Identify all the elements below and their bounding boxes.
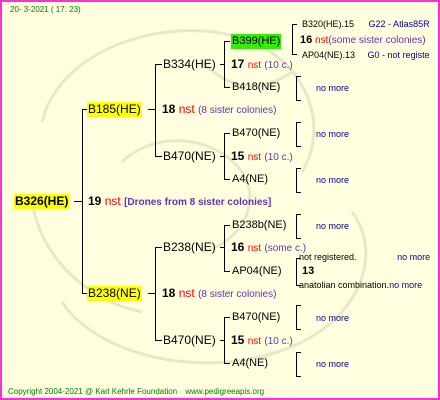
mother-queen[interactable]: B238(NE) (87, 286, 142, 301)
ff-gen-nst: nst (247, 60, 262, 71)
mmm-no-more: no more (316, 359, 350, 369)
mmf-queen[interactable]: B470(NE) (231, 310, 281, 325)
father-gen-note: (8 sister colonies) (198, 105, 277, 116)
fffm-name: AP04(NE).13 (302, 50, 356, 60)
ffff-queen[interactable]: B320(HE).15 G22 - Atlas85R (302, 18, 430, 30)
mf-generation: 16 nst (some c.) (231, 240, 306, 256)
mmf-no-more: no more (316, 313, 350, 323)
mffm-queen[interactable]: anatolian combination.no more (299, 279, 422, 291)
mf-gen-nst: nst (247, 243, 262, 254)
mf-queen[interactable]: B238(NE) (162, 240, 217, 255)
mm-generation: 15 nst (10 c.) (231, 333, 293, 349)
mf-gen-number: 16 (231, 240, 245, 254)
footer-site-link[interactable]: www.pedigreeapis.org (185, 387, 264, 396)
fm-queen[interactable]: B470(NE) (162, 149, 217, 164)
ff-gen-note: (10 c.) (264, 60, 293, 71)
root-queen[interactable]: B326(HE) (14, 194, 70, 209)
fmm-no-more: no more (316, 175, 350, 185)
mff-no-more: no more (316, 221, 350, 231)
ffff-name: B320(HE).15 (302, 19, 355, 29)
footer: Copyright 2004-2021 @ Karl Kehrle Founda… (8, 386, 264, 398)
father-generation: 18 nst (8 sister colonies) (162, 102, 276, 118)
root-gen-nst: nst (104, 194, 121, 208)
mm-queen[interactable]: B470(NE) (162, 333, 217, 348)
mfff-no-more: no more (397, 252, 431, 262)
mff-queen[interactable]: B238b(NE) (231, 218, 287, 233)
fff-queen[interactable]: B399(HE) (231, 34, 282, 49)
ff-queen[interactable]: B334(HE) (162, 57, 217, 72)
fm-generation: 15 nst (10 c.) (231, 149, 293, 165)
fff-gen-number: 16 (300, 34, 313, 46)
ffff-extra: G22 - Atlas85R (368, 19, 430, 29)
fff-generation: 16 nst(some sister colonies) (300, 34, 426, 47)
fffm-queen[interactable]: AP04(NE).13 G0 - not registe (302, 49, 430, 61)
fm-gen-nst: nst (247, 152, 262, 163)
mother-gen-note: (8 sister colonies) (198, 289, 277, 300)
mmm-queen[interactable]: A4(NE) (231, 356, 269, 371)
mfff-name: not registered. (299, 252, 357, 262)
mother-gen-number: 18 (162, 286, 176, 300)
mfm-queen[interactable]: AP04(NE) (231, 264, 283, 279)
ffm-no-more: no more (316, 83, 350, 93)
mm-gen-note: (10 c.) (264, 336, 293, 347)
header-date: 20- 3-2021 ( 17: 23) (10, 5, 81, 14)
root-gen-note: [Drones from 8 sister colonies] (124, 197, 272, 208)
father-gen-number: 18 (162, 102, 176, 116)
fmm-queen[interactable]: A4(NE) (231, 172, 269, 187)
father-queen[interactable]: B185(HE) (87, 102, 142, 117)
fffm-extra: G0 - not registe (367, 50, 430, 60)
mm-gen-nst: nst (247, 336, 262, 347)
fmf-no-more: no more (316, 129, 350, 139)
ff-gen-number: 17 (231, 57, 245, 71)
pedigree-frame: 20- 3-2021 ( 17: 23) B326(HE) 19 nst [Dr… (0, 0, 440, 400)
mother-gen-nst: nst (178, 286, 195, 300)
fm-gen-note: (10 c.) (264, 152, 293, 163)
father-gen-nst: nst (178, 102, 195, 116)
fm-gen-number: 15 (231, 149, 245, 163)
mffm-no-more: no more (389, 280, 423, 290)
ff-generation: 17 nst (10 c.) (231, 57, 293, 73)
mfm-gen-number: 13 (302, 265, 315, 277)
mother-generation: 18 nst (8 sister colonies) (162, 286, 276, 302)
mfff-queen[interactable]: not registered. no more (299, 251, 430, 263)
fff-gen-nst: nst (315, 35, 329, 46)
root-generation: 19 nst [Drones from 8 sister colonies] (88, 194, 271, 210)
fff-gen-note: (some sister colonies) (328, 35, 426, 46)
mffm-name: anatolian combination. (299, 280, 390, 290)
root-gen-number: 19 (88, 194, 102, 208)
footer-copyright: Copyright 2004-2021 @ Karl Kehrle Founda… (8, 387, 178, 396)
ffm-queen[interactable]: B418(NE) (231, 80, 281, 95)
fmf-queen[interactable]: B470(NE) (231, 126, 281, 141)
mm-gen-number: 15 (231, 333, 245, 347)
